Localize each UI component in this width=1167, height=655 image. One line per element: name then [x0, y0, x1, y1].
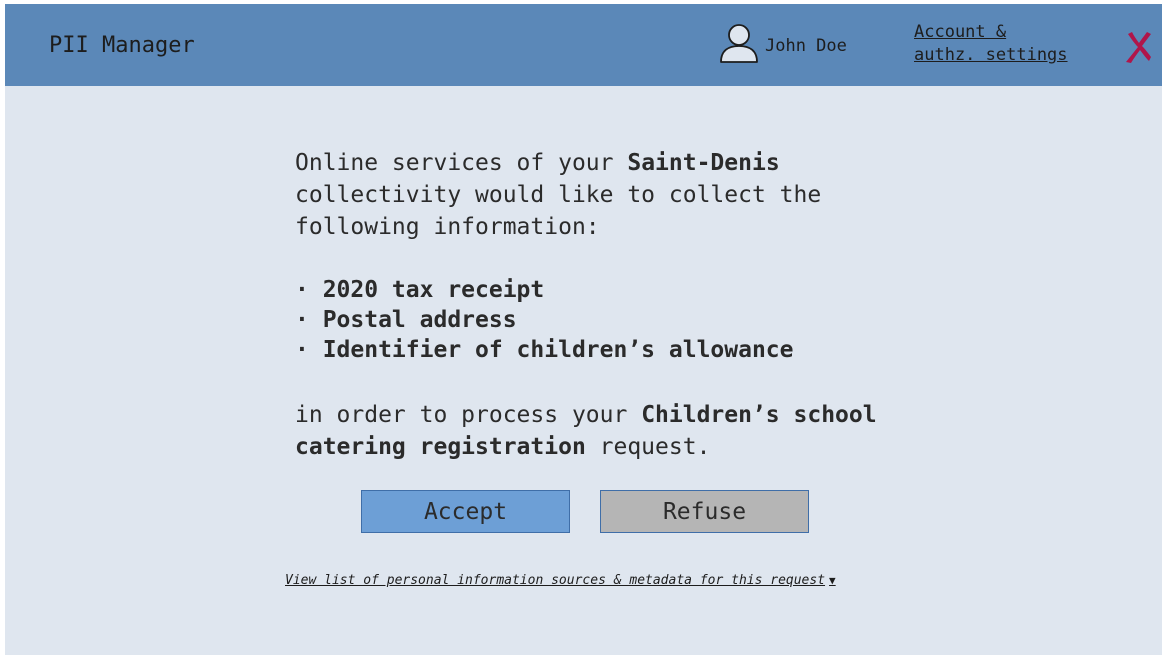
- list-item: · Identifier of children’s allowance: [295, 337, 794, 363]
- requested-information-list: · 2020 tax receipt · Postal address · Id…: [295, 275, 935, 365]
- intro-suffix: collectivity would like to collect the f…: [295, 182, 822, 240]
- consent-message: Online services of your Saint-Denis coll…: [295, 147, 935, 463]
- close-button[interactable]: [1123, 30, 1153, 64]
- intro-paragraph: Online services of your Saint-Denis coll…: [295, 147, 935, 243]
- close-icon: [1126, 32, 1151, 63]
- accept-button[interactable]: Accept: [361, 490, 570, 533]
- app-title: PII Manager: [49, 33, 195, 58]
- app-header: PII Manager John Doe Account & authz. se…: [5, 4, 1162, 86]
- organization-name: Saint-Denis: [627, 150, 780, 176]
- purpose-prefix: in order to process your: [295, 402, 642, 428]
- purpose-suffix: request.: [585, 434, 711, 460]
- user-avatar-icon: [720, 24, 758, 63]
- intro-prefix: Online services of your: [295, 150, 628, 176]
- user-profile[interactable]: John Doe: [719, 22, 847, 66]
- account-link-line1: Account &: [914, 22, 1007, 42]
- user-name: John Doe: [765, 36, 847, 56]
- action-buttons: Accept Refuse: [361, 490, 809, 533]
- chevron-down-icon: ▼: [829, 574, 836, 587]
- account-settings-link[interactable]: Account & authz. settings: [914, 21, 1104, 67]
- refuse-button[interactable]: Refuse: [600, 490, 809, 533]
- account-link-line2: authz. settings: [914, 45, 1068, 65]
- list-item: · Postal address: [295, 307, 517, 333]
- purpose-paragraph: in order to process your Children’s scho…: [295, 399, 935, 463]
- view-sources-link[interactable]: View list of personal information source…: [285, 573, 836, 588]
- list-item: · 2020 tax receipt: [295, 277, 545, 303]
- pii-manager-window: PII Manager John Doe Account & authz. se…: [5, 4, 1162, 655]
- view-sources-label: View list of personal information source…: [285, 573, 826, 588]
